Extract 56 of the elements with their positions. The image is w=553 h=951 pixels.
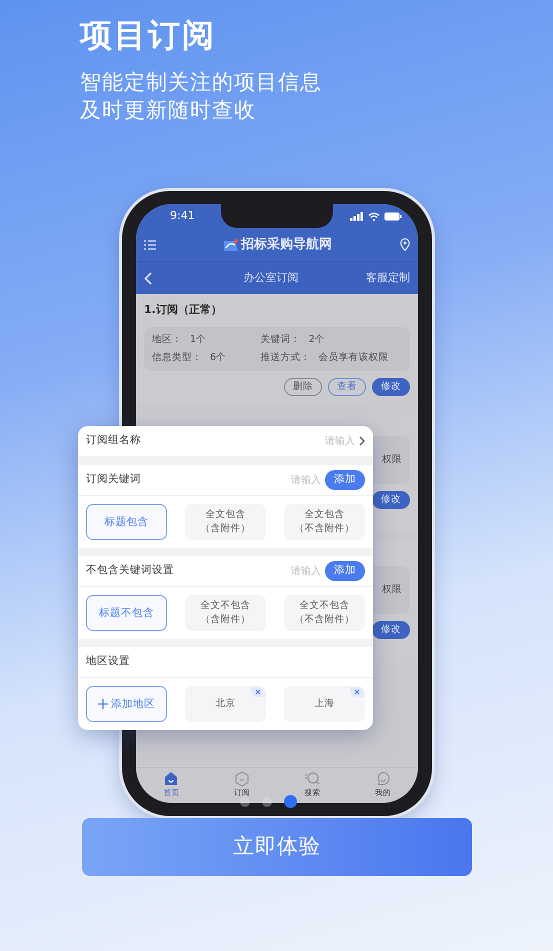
carousel-dot[interactable] [262,796,272,806]
home-icon [163,771,180,787]
field-label: 推送方式： [260,350,311,365]
region-name: 北京 [216,697,236,711]
page-subtitle: 智能定制关注的项目信息 及时更新随时查收 [80,69,323,124]
region-name: 上海 [314,697,334,711]
subscription-icon [234,771,250,787]
logo-icon [224,238,238,250]
match-option[interactable]: 全文不包含 （不含附件） [284,595,365,631]
close-icon[interactable] [350,687,364,697]
logo-text: 招标采购导航网 [241,236,332,254]
view-button[interactable]: 查看 [328,378,366,396]
field-value: 权限 [382,452,402,466]
field-label: 地区： [152,332,182,346]
signal-icon [350,212,364,220]
add-button[interactable]: 添加 [325,561,365,581]
field-value: 会员享有该权限 [318,350,389,365]
edit-button[interactable]: 修改 [372,490,410,509]
section-label: 订阅关键词 [86,472,141,488]
screen-title: 办公室订阅 [244,270,298,286]
section-label: 地区设置 [86,654,130,670]
status-time: 9:41 [170,208,195,224]
profile-icon [374,771,391,787]
field-value: 1个 [190,332,206,346]
wifi-icon [368,212,380,220]
plus-icon [98,699,108,709]
subscription-title: 1.订阅（正常） [144,302,223,318]
field-label: 信息类型： [152,350,202,365]
section-label: 订阅组名称 [86,433,141,448]
carousel-dot[interactable] [240,796,250,806]
close-icon[interactable] [251,687,265,697]
edit-button[interactable]: 修改 [372,378,410,396]
match-option[interactable]: 标题不包含 [86,595,167,631]
location-pin-icon[interactable] [400,238,410,251]
match-option[interactable]: 标题包含 [86,504,167,540]
field-value: 6个 [210,350,226,365]
field-value: 权限 [382,582,402,596]
carousel-dot[interactable] [284,795,297,808]
search-icon [304,771,320,787]
menu-icon[interactable] [144,240,156,250]
page-title: 项目订阅 [80,16,217,54]
chevron-right-icon[interactable] [359,436,365,446]
back-icon[interactable] [144,272,152,284]
try-now-button[interactable]: 立即体验 [82,818,472,876]
field-value: 2个 [308,332,325,346]
match-option[interactable]: 全文包含 （含附件） [185,504,266,540]
battery-icon [384,212,402,220]
custom-service-link[interactable]: 客服定制 [366,270,410,286]
delete-button[interactable]: 删除 [284,378,322,396]
add-button[interactable]: 添加 [325,470,365,490]
match-option[interactable]: 全文包含 （不含附件） [284,504,365,540]
match-option[interactable]: 全文不包含 （含附件） [185,595,266,631]
section-label: 不包含关键词设置 [86,563,174,578]
add-region-button[interactable]: 添加地区 [86,686,167,722]
edit-button[interactable]: 修改 [372,620,410,639]
field-label: 关键词： [260,332,301,346]
